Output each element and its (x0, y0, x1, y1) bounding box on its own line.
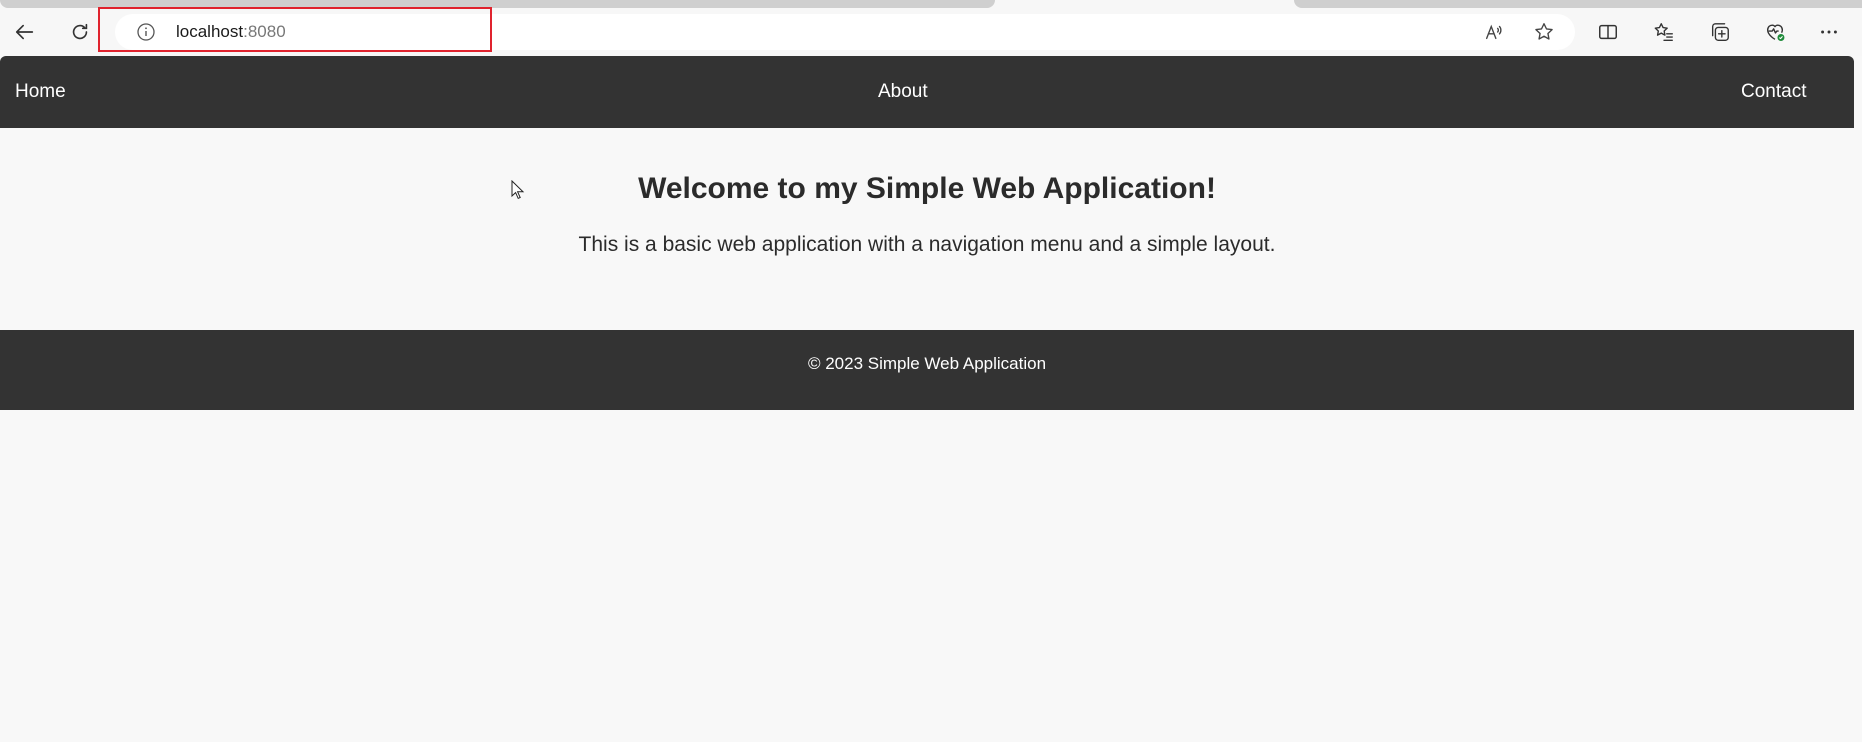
star-icon[interactable] (1526, 14, 1562, 50)
info-icon[interactable] (136, 22, 156, 42)
main-content: Welcome to my Simple Web Application! Th… (0, 128, 1854, 330)
collections-icon[interactable] (1702, 14, 1738, 50)
address-bar[interactable] (115, 14, 1575, 50)
footer-copyright: © 2023 Simple Web Application (807, 354, 1047, 373)
page-heading: Welcome to my Simple Web Application! (638, 172, 1216, 205)
nav-about-link[interactable]: About (878, 56, 928, 128)
nav-contact-link[interactable]: Contact (1741, 56, 1806, 128)
split-screen-icon[interactable] (1590, 14, 1626, 50)
read-aloud-icon[interactable] (1476, 14, 1512, 50)
browser-toolbar: localhost:8080 (0, 7, 1862, 56)
more-icon[interactable] (1811, 14, 1847, 50)
browser-tab[interactable] (0, 0, 995, 8)
browser-essentials-icon[interactable] (1757, 14, 1793, 50)
nav-home-link[interactable]: Home (15, 56, 66, 128)
scrollbar-gutter[interactable] (1854, 56, 1862, 742)
intro-paragraph: This is a basic web application with a n… (578, 233, 1276, 256)
browser-chrome: localhost:8080 (0, 0, 1862, 56)
browser-tab[interactable] (1294, 0, 1862, 8)
address-url[interactable]: localhost:8080 (176, 22, 286, 42)
url-host: localhost (176, 22, 244, 41)
url-port: :8080 (243, 22, 286, 41)
mouse-cursor-icon (511, 180, 525, 200)
favorites-list-icon[interactable] (1646, 14, 1682, 50)
site-nav: Home About Contact (0, 56, 1854, 128)
back-arrow-icon[interactable] (7, 14, 43, 50)
refresh-icon[interactable] (62, 14, 98, 50)
site-footer: © 2023 Simple Web Application (0, 330, 1854, 410)
